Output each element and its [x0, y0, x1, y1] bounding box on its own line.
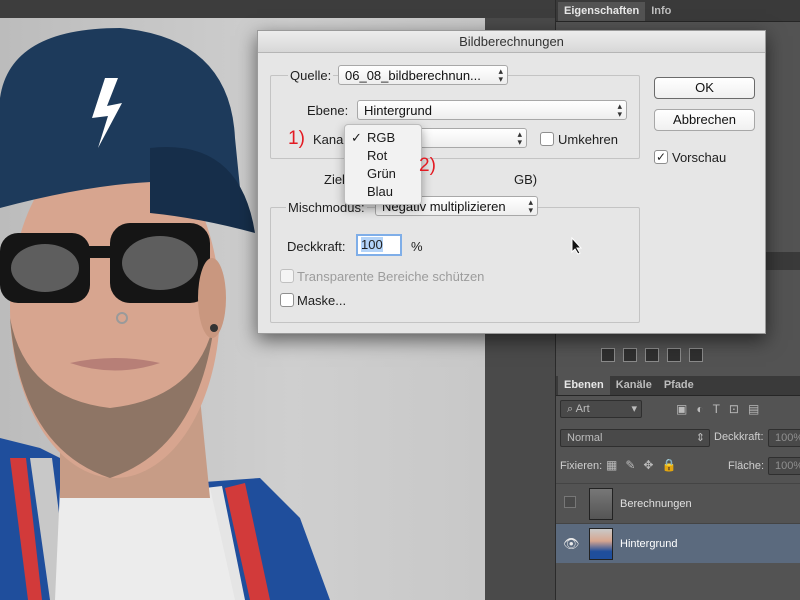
properties-tabbar: Eigenschaften Info	[556, 0, 800, 22]
deckkraft-label: Deckkraft:	[287, 239, 346, 254]
menu-item-label: Blau	[367, 184, 394, 199]
gradient-map-adjustment-icon[interactable]	[689, 348, 703, 362]
fill-field[interactable]: 100%	[768, 457, 800, 475]
deckkraft-value: 100	[361, 237, 383, 252]
opacity-label: Deckkraft:	[714, 431, 764, 443]
umkehren-label: Umkehren	[558, 132, 618, 147]
threshold-adjustment-icon[interactable]	[645, 348, 659, 362]
ok-button[interactable]: OK	[654, 77, 755, 99]
layer-row-hintergrund[interactable]: 👁 Hintergrund	[556, 523, 800, 563]
lock-label: Fixieren:	[560, 460, 603, 472]
layer-thumbnail	[589, 528, 613, 560]
ebene-value: Hintergrund	[364, 103, 432, 118]
eye-icon[interactable]: 👁	[563, 536, 580, 552]
maske-label: Maske...	[297, 293, 347, 308]
invert-adjustment-icon[interactable]	[601, 348, 615, 362]
menu-item-rgb[interactable]: ✓ RGB	[345, 129, 421, 147]
quelle-value: 06_08_bildberechnun...	[345, 68, 481, 83]
chevron-updown-icon: ▴ ▾	[517, 129, 522, 147]
checkmark-icon: ✓	[351, 130, 362, 145]
chevron-updown-icon: ▴ ▾	[498, 66, 503, 84]
umkehren-checkbox[interactable]	[540, 132, 554, 146]
blend-mode-value: Normal	[567, 432, 603, 444]
search-icon: ⌕	[567, 403, 574, 415]
deckkraft-unit: %	[411, 239, 423, 254]
ziel-suffix: GB)	[514, 172, 538, 187]
layers-empty-area	[556, 563, 800, 600]
tab-ebenen[interactable]: Ebenen	[558, 376, 610, 395]
layer-filter-label: Art	[575, 403, 590, 415]
layer-thumbnail	[589, 488, 613, 520]
transparente-checkbox[interactable]	[280, 269, 294, 283]
vorschau-label: Vorschau	[672, 150, 727, 165]
bildberechnungen-dialog: Bildberechnungen Quelle: 06_08_bildberec…	[257, 30, 766, 334]
transparente-label: Transparente Bereiche schützen	[297, 269, 485, 284]
maske-checkbox[interactable]	[280, 293, 294, 307]
chevron-down-icon: ⇕	[695, 432, 705, 444]
layer-name: Hintergrund	[620, 538, 678, 550]
layer-filter-select[interactable]: ⌕ Art ▾	[560, 400, 642, 418]
layer-filter-icons[interactable]: ▣◐T⊡▤	[676, 402, 768, 416]
abbrechen-button[interactable]: Abbrechen	[654, 109, 755, 131]
chevron-updown-icon: ▴ ▾	[617, 101, 622, 119]
menu-item-label: Grün	[367, 166, 396, 181]
tab-eigenschaften[interactable]: Eigenschaften	[558, 2, 646, 21]
quelle-label: Quelle:	[288, 68, 334, 83]
chevron-down-icon: ▾	[631, 403, 637, 415]
deckkraft-input[interactable]: 100	[356, 234, 402, 256]
ebene-label: Ebene:	[307, 103, 349, 118]
annotation-one: 1)	[288, 128, 305, 149]
mouse-cursor	[571, 236, 583, 258]
menu-item-rot[interactable]: Rot	[345, 147, 421, 165]
tab-kanaele[interactable]: Kanäle	[610, 376, 658, 395]
cursor-arrow-icon	[571, 236, 583, 255]
canvas-ruler-strip	[0, 0, 555, 18]
selective-color-adjustment-icon[interactable]	[667, 348, 681, 362]
quelle-select[interactable]: 06_08_bildberechnun... ▴ ▾	[338, 65, 508, 85]
tab-info[interactable]: Info	[645, 2, 677, 21]
kanal-label: Kanal	[313, 132, 347, 147]
menu-item-label: Rot	[367, 148, 388, 163]
layers-tabbar: Ebenen Kanäle Pfade	[556, 376, 800, 396]
tab-pfade[interactable]: Pfade	[658, 376, 700, 395]
opacity-field[interactable]: 100%	[768, 429, 800, 447]
layer-name: Berechnungen	[620, 498, 692, 510]
menu-item-blau[interactable]: Blau	[345, 183, 421, 201]
vorschau-checkbox[interactable]: ✓	[654, 150, 668, 164]
dialog-title[interactable]: Bildberechnungen	[258, 31, 765, 53]
fill-label: Fläche:	[728, 460, 765, 472]
ebene-select[interactable]: Hintergrund ▴ ▾	[357, 100, 627, 120]
chevron-updown-icon: ▴ ▾	[528, 197, 533, 215]
menu-item-gruen[interactable]: Grün	[345, 165, 421, 183]
ziel-label: Ziel	[324, 172, 345, 187]
kanal-dropdown-menu: ✓ RGB Rot Grün Blau	[344, 124, 422, 205]
lock-icons[interactable]: ▦✎✥🔒	[606, 458, 684, 472]
menu-item-label: RGB	[367, 130, 396, 145]
posterize-adjustment-icon[interactable]	[623, 348, 637, 362]
annotation-two: 2)	[419, 155, 436, 176]
visibility-toggle[interactable]	[564, 496, 576, 508]
layer-row-berechnungen[interactable]: Berechnungen	[556, 483, 800, 523]
blend-mode-select[interactable]: Normal ⇕	[560, 429, 710, 447]
